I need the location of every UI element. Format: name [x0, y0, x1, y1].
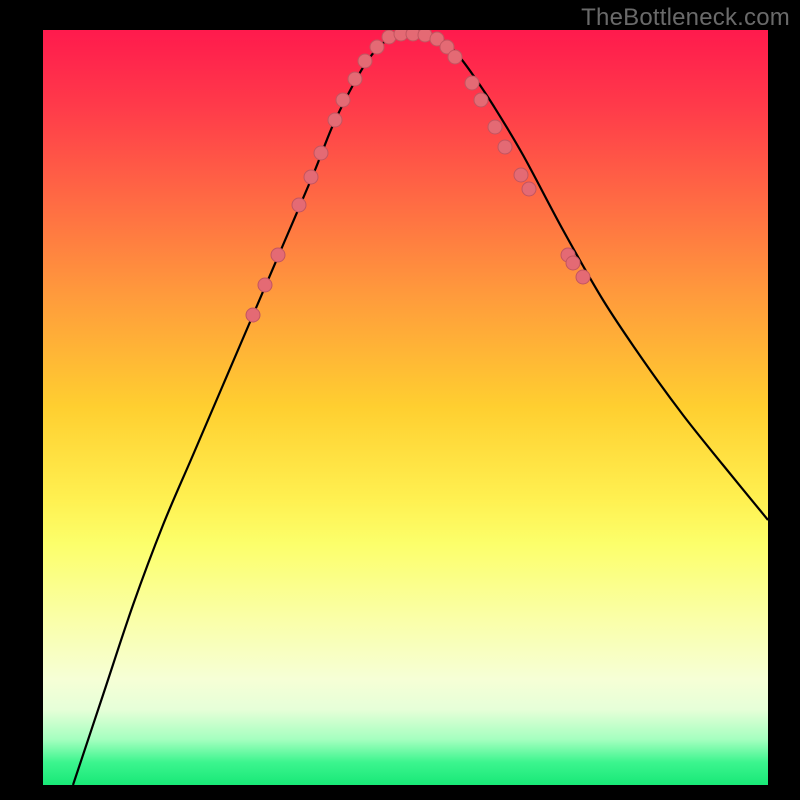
- highlight-dot: [358, 54, 372, 68]
- highlight-dot: [465, 76, 479, 90]
- highlight-dots: [246, 30, 590, 322]
- watermark-text: TheBottleneck.com: [581, 4, 790, 32]
- bottleneck-curve: [73, 32, 768, 785]
- highlight-dot: [292, 198, 306, 212]
- highlight-dot: [370, 40, 384, 54]
- highlight-dot: [488, 120, 502, 134]
- highlight-dot: [271, 248, 285, 262]
- highlight-dot: [474, 93, 488, 107]
- highlight-dot: [498, 140, 512, 154]
- plot-area: [43, 30, 768, 785]
- highlight-dot: [522, 182, 536, 196]
- highlight-dot: [336, 93, 350, 107]
- highlight-dot: [566, 256, 580, 270]
- highlight-dot: [258, 278, 272, 292]
- highlight-dot: [576, 270, 590, 284]
- highlight-dot: [246, 308, 260, 322]
- bottleneck-chart-svg: [43, 30, 768, 785]
- highlight-dot: [304, 170, 318, 184]
- highlight-dot: [328, 113, 342, 127]
- highlight-dot: [448, 50, 462, 64]
- highlight-dot: [514, 168, 528, 182]
- highlight-dot: [348, 72, 362, 86]
- highlight-dot: [314, 146, 328, 160]
- chart-frame: TheBottleneck.com: [0, 0, 800, 800]
